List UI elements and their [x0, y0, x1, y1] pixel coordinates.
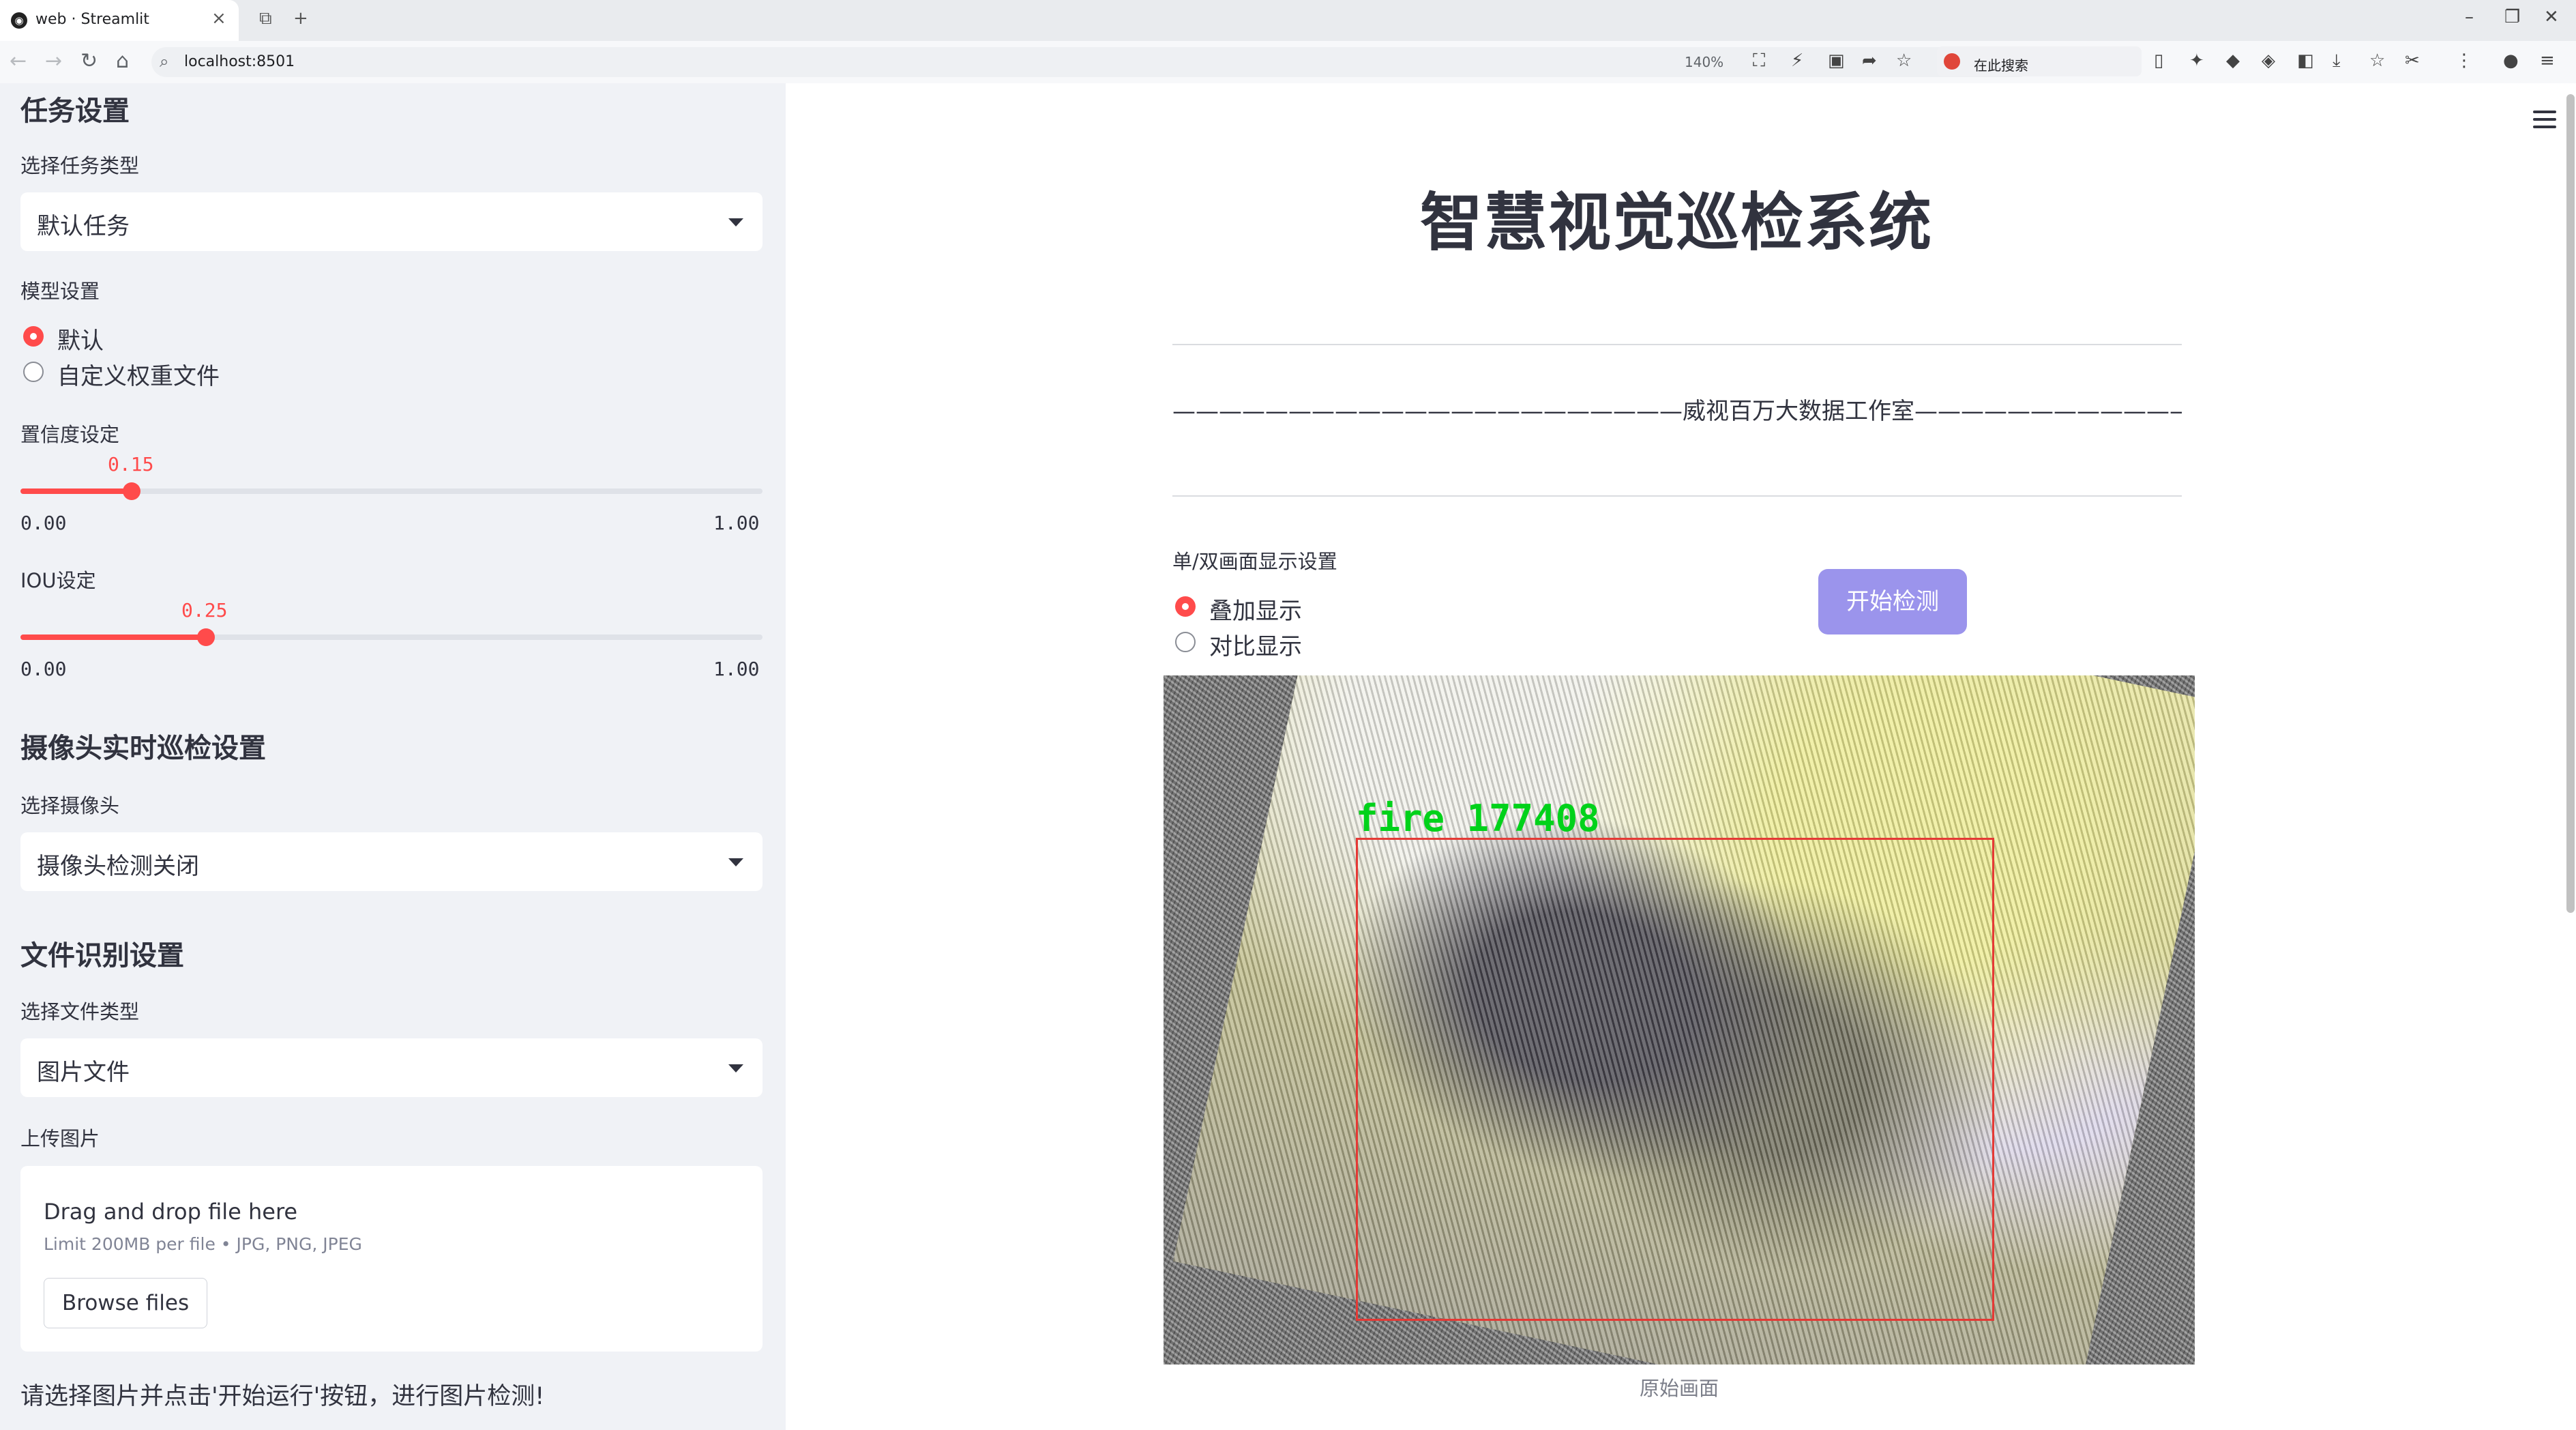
tab-title: web · Streamlit [35, 11, 149, 28]
main-content: 智慧视觉巡检系统 ——————————————————————威视百万大数据工作… [786, 83, 2576, 1430]
task-settings-heading: 任务设置 [20, 96, 130, 127]
model-option-custom-label: 自定义权重文件 [57, 363, 220, 390]
file-type-select[interactable]: 图片文件 [20, 1038, 763, 1097]
extension-3-icon[interactable]: ◈ [2262, 50, 2275, 71]
iou-slider[interactable] [20, 628, 763, 646]
radio-unselected-icon [23, 362, 44, 382]
file-dropzone[interactable]: Drag and drop file here Limit 200MB per … [20, 1166, 763, 1352]
chevron-down-icon [728, 858, 743, 866]
browse-files-button[interactable]: Browse files [44, 1278, 208, 1328]
url-field[interactable]: ⌕ localhost:8501 140% [151, 47, 2034, 77]
radio-selected-icon [1175, 596, 1196, 617]
browser-tab-bar: ◉ web · Streamlit × ⧉ + – ❐ ✕ [0, 0, 2576, 41]
radio-unselected-icon [1175, 632, 1196, 652]
download-icon[interactable]: ⤓ [2333, 50, 2341, 72]
screenshot-icon[interactable]: ▣ [1828, 50, 1845, 71]
sidebar-instruction: 请选择图片并点击'开始运行'按钮，进行图片检测! [20, 1383, 545, 1410]
flash-icon[interactable]: ⚡ [1791, 50, 1803, 71]
home-icon[interactable]: ⌂ [116, 49, 129, 73]
file-type-value: 图片文件 [37, 1059, 130, 1086]
sidebar: 任务设置 选择任务类型 默认任务 模型设置 默认 自定义权重文件 置信度设定 0… [0, 83, 786, 1430]
chevron-down-icon [728, 218, 743, 227]
model-option-default-label: 默认 [57, 327, 104, 355]
task-type-value: 默认任务 [37, 213, 130, 240]
file-settings-heading: 文件识别设置 [20, 940, 184, 972]
camera-settings-heading: 摄像头实时巡检设置 [20, 733, 266, 764]
confidence-value: 0.15 [108, 453, 154, 476]
dropzone-text: Drag and drop file here [44, 1199, 298, 1225]
streamlit-favicon-icon: ◉ [11, 12, 27, 29]
search-placeholder: 在此搜索 [1974, 57, 2028, 74]
back-icon[interactable]: ← [10, 49, 27, 73]
chevron-down-icon [728, 1064, 743, 1072]
window-close-icon[interactable]: ✕ [2544, 7, 2559, 27]
display-option-compare-label: 对比显示 [1209, 633, 1302, 660]
favorites-icon[interactable]: ☆ [2369, 50, 2385, 71]
browser-menu-icon[interactable]: ≡ [2540, 50, 2555, 71]
iou-label: IOU设定 [20, 569, 96, 592]
camera-select[interactable]: 摄像头检测关闭 [20, 832, 763, 891]
reload-icon[interactable]: ↻ [80, 49, 98, 73]
divider-top [1172, 344, 2182, 345]
more-menu-icon[interactable]: ⋮ [2455, 50, 2473, 71]
scrollbar-thumb[interactable] [2566, 94, 2575, 913]
iou-slider-handle[interactable] [197, 628, 215, 646]
bookmark-star-icon[interactable]: ☆ [1896, 50, 1912, 71]
iou-min: 0.00 [20, 658, 67, 680]
search-engine-icon [1944, 53, 1960, 70]
confidence-slider-handle[interactable] [123, 482, 141, 500]
detection-label: fire 177408 [1356, 797, 1600, 840]
file-type-label: 选择文件类型 [20, 1000, 140, 1023]
page-title: 智慧视觉巡检系统 [1419, 186, 1933, 259]
camera-value: 摄像头检测关闭 [37, 853, 199, 880]
zoom-level[interactable]: 140% [1685, 54, 1723, 70]
iou-max: 1.00 [713, 658, 760, 680]
confidence-slider-fill [20, 488, 132, 494]
model-settings-label: 模型设置 [20, 280, 100, 303]
extension-2-icon[interactable]: ◆ [2226, 50, 2240, 71]
dropzone-limit: Limit 200MB per file • JPG, PNG, JPEG [44, 1234, 362, 1254]
confidence-slider[interactable] [20, 482, 763, 500]
profile-avatar-icon[interactable]: ● [2503, 50, 2519, 71]
hamburger-icon[interactable] [2533, 111, 2556, 128]
new-tab-icon[interactable]: + [293, 8, 308, 29]
restore-icon[interactable]: ❐ [2504, 7, 2520, 27]
browser-search-box[interactable]: 在此搜索 [1937, 46, 2142, 76]
address-bar: ← → ↻ ⌂ ⌕ localhost:8501 140% ⛶ ⚡ ▣ ➦ ☆ … [0, 41, 2576, 84]
confidence-min: 0.00 [20, 512, 67, 534]
forward-icon[interactable]: → [45, 49, 62, 73]
camera-label: 选择摄像头 [20, 794, 120, 817]
site-info-icon[interactable]: ⌕ [160, 52, 168, 71]
iou-value: 0.25 [181, 599, 228, 622]
confidence-label: 置信度设定 [20, 423, 120, 446]
translate-icon[interactable]: ⛶ [1753, 50, 1765, 72]
cut-icon[interactable]: ✂ [2405, 50, 2420, 71]
minimize-icon[interactable]: – [2465, 7, 2474, 27]
display-option-overlay-label: 叠加显示 [1209, 598, 1302, 625]
detection-bounding-box [1356, 838, 1994, 1321]
image-caption: 原始画面 [1639, 1377, 1719, 1400]
confidence-max: 1.00 [713, 512, 760, 534]
iou-slider-fill [20, 634, 206, 640]
task-type-select[interactable]: 默认任务 [20, 192, 763, 251]
phone-icon[interactable]: ▯ [2154, 50, 2163, 71]
studio-credit: ——————————————————————威视百万大数据工作室————————… [1172, 398, 2182, 425]
tab-close-icon[interactable]: × [211, 8, 226, 29]
extension-1-icon[interactable]: ✦ [2189, 50, 2204, 71]
share-icon[interactable]: ➦ [1862, 50, 1877, 71]
detection-image: fire 177408 [1164, 675, 2195, 1365]
start-detection-button[interactable]: 开始检测 [1818, 569, 1967, 634]
browser-tab[interactable]: ◉ web · Streamlit × [0, 0, 239, 41]
divider-bottom [1172, 495, 2182, 497]
url-text: localhost:8501 [184, 53, 295, 70]
task-type-label: 选择任务类型 [20, 154, 140, 177]
display-mode-label: 单/双画面显示设置 [1172, 550, 1337, 573]
tab-grid-icon[interactable]: ⧉ [259, 8, 272, 29]
extension-4-icon[interactable]: ◧ [2297, 50, 2314, 71]
upload-label: 上传图片 [20, 1127, 100, 1150]
radio-selected-icon [23, 326, 44, 347]
